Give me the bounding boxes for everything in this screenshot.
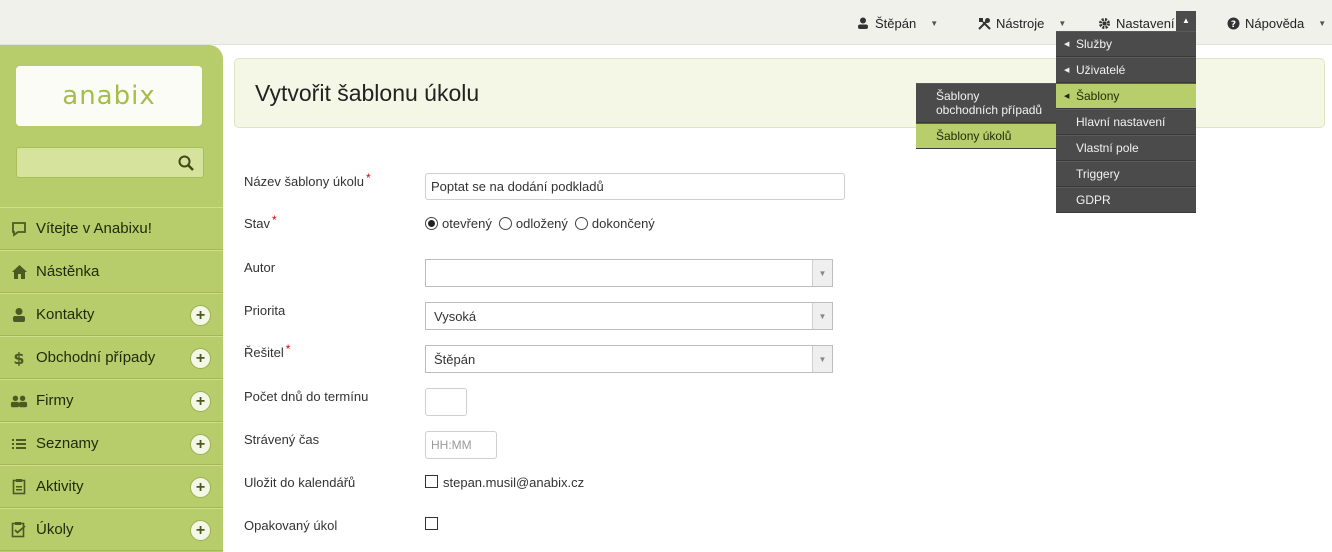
sidebar-item-label: Seznamy [36, 435, 99, 452]
chevron-down-icon[interactable]: ▼ [812, 346, 832, 372]
solver-value: Štěpán [434, 351, 476, 367]
status-radio-done[interactable] [574, 217, 588, 230]
solver-select[interactable]: Štěpán ▼ [425, 345, 833, 373]
author-label: Autor [244, 260, 276, 275]
menu-item-custom-fields[interactable]: Vlastní pole [1056, 135, 1196, 161]
chevron-down-icon[interactable]: ▼ [812, 303, 832, 329]
sidebar-item-2[interactable]: Nástěnka [0, 250, 223, 293]
help-label: Nápověda [1245, 15, 1305, 31]
status-label: Stav * [244, 213, 277, 231]
tools-icon [977, 16, 991, 30]
menu-item-gdpr[interactable]: GDPR [1056, 187, 1196, 213]
sidebar-item-8[interactable]: Úkoly + [0, 508, 223, 551]
sidebar-item-label: Obchodní případy [36, 349, 156, 366]
gear-icon [1097, 16, 1111, 30]
status-option-label: odložený [515, 216, 568, 231]
add-icon[interactable]: + [190, 305, 211, 326]
days-label: Počet dnů do termínu [244, 389, 369, 404]
sidebar-item-label: Úkoly [36, 521, 74, 538]
add-icon[interactable]: + [190, 520, 211, 541]
name-label: Název šablony úkolu * [244, 171, 371, 189]
sidebar: anabix Vítejte v Anabixu! Nástěnka Kontakt… [0, 45, 223, 552]
page-title: Vytvořit šablonu úkolu [255, 80, 480, 106]
sidebar-item-label: Aktivity [36, 478, 84, 495]
logo[interactable]: anabix [16, 66, 202, 126]
sidebar-item-6[interactable]: Seznamy + [0, 422, 223, 465]
tools-menu[interactable]: Nástroje ▼ [977, 15, 1066, 31]
submenu-item-task-templates[interactable]: Šablony úkolů [916, 123, 1056, 149]
priority-select[interactable]: Vysoká ▼ [425, 302, 833, 330]
search-input[interactable] [16, 147, 204, 178]
sidebar-item-4[interactable]: $ Obchodní případy + [0, 336, 223, 379]
sidebar-item-label: Nástěnka [36, 263, 100, 280]
repeat-label: Opakovaný úkol [244, 518, 338, 533]
solver-label: Řešitel * [244, 342, 291, 360]
priority-value: Vysoká [434, 308, 477, 324]
user-menu[interactable]: Štěpán ▼ [856, 15, 938, 31]
sidebar-item-7[interactable]: Aktivity + [0, 465, 223, 508]
status-option-label: otevřený [442, 216, 492, 231]
search-icon[interactable] [178, 155, 194, 171]
user-label: Štěpán [875, 15, 917, 31]
settings-dropdown: ◀ Služby ◀ Uživatelé ◀ Šablony Hlavní nasta… [1056, 31, 1196, 213]
menu-item-templates[interactable]: ◀ Šablony [1056, 83, 1196, 109]
tools-label: Nástroje [996, 15, 1045, 31]
submenu-item-deal-templates[interactable]: Šablony obchodních případů [916, 83, 1056, 123]
menu-item-users[interactable]: ◀ Uživatelé [1056, 57, 1196, 83]
time-placeholder: HH:MM [431, 438, 472, 452]
home-icon [10, 263, 28, 281]
add-icon[interactable]: + [190, 391, 211, 412]
time-label: Strávený čas [244, 432, 320, 447]
caret-down-icon: ▼ [1058, 18, 1067, 28]
chat-icon [10, 220, 28, 238]
help-menu[interactable]: ? Nápověda ▼ [1226, 15, 1326, 31]
calendar-checkbox[interactable] [425, 475, 438, 488]
settings-label: Nastavení [1116, 15, 1175, 31]
sidebar-item-5[interactable]: Firmy + [0, 379, 223, 422]
calendar-label: Uložit do kalendářů [244, 475, 356, 490]
caret-down-icon: ▼ [930, 18, 939, 28]
status-radio-postponed[interactable] [498, 217, 512, 230]
days-input[interactable] [425, 388, 467, 416]
dollar-icon: $ [10, 349, 28, 367]
person-icon [10, 306, 28, 324]
priority-label: Priorita [244, 303, 286, 318]
sidebar-item-label: Kontakty [36, 306, 95, 323]
caret-left-icon: ◀ [1064, 93, 1070, 100]
help-icon: ? [1226, 16, 1240, 30]
chevron-down-icon[interactable]: ▼ [812, 260, 832, 286]
menu-item-triggers[interactable]: Triggery [1056, 161, 1196, 187]
svg-text:?: ? [1230, 20, 1235, 30]
task-icon [10, 521, 28, 539]
caret-left-icon: ◀ [1064, 41, 1070, 48]
calendar-email: stepan.musil@anabix.cz [443, 475, 585, 490]
add-icon[interactable]: + [190, 348, 211, 369]
group-icon [10, 392, 28, 410]
list-icon [10, 435, 28, 453]
clipboard-icon [10, 478, 28, 496]
sidebar-item-1[interactable]: Vítejte v Anabixu! [0, 207, 223, 250]
add-icon[interactable]: + [190, 477, 211, 498]
caret-left-icon: ◀ [1064, 67, 1070, 74]
repeat-checkbox[interactable] [425, 517, 438, 530]
user-icon [856, 16, 870, 30]
sidebar-item-label: Vítejte v Anabixu! [36, 220, 152, 237]
main-nav: Vítejte v Anabixu! Nástěnka Kontakty + $ Obch… [0, 207, 223, 551]
sidebar-item-label: Firmy [36, 392, 74, 409]
status-option-label: dokončený [591, 216, 655, 231]
svg-text:$: $ [13, 350, 24, 366]
caret-down-icon: ▼ [1318, 18, 1327, 28]
status-radio-open[interactable] [425, 217, 438, 230]
sidebar-item-3[interactable]: Kontakty + [0, 293, 223, 336]
template-name-input[interactable]: Poptat se na dodání podkladů [425, 173, 845, 200]
menu-item-main-settings[interactable]: Hlavní nastavení [1056, 109, 1196, 135]
add-icon[interactable]: + [190, 434, 211, 455]
author-select[interactable]: ▼ [425, 259, 833, 287]
menu-item-services[interactable]: ◀ Služby [1056, 31, 1196, 57]
time-input[interactable]: HH:MM [425, 431, 497, 459]
settings-menu[interactable]: Nastavení [1097, 15, 1175, 31]
templates-submenu: Šablony obchodních případů Šablony úkolů [916, 83, 1056, 149]
status-radio-group: otevřený odložený dokončený [425, 216, 662, 231]
